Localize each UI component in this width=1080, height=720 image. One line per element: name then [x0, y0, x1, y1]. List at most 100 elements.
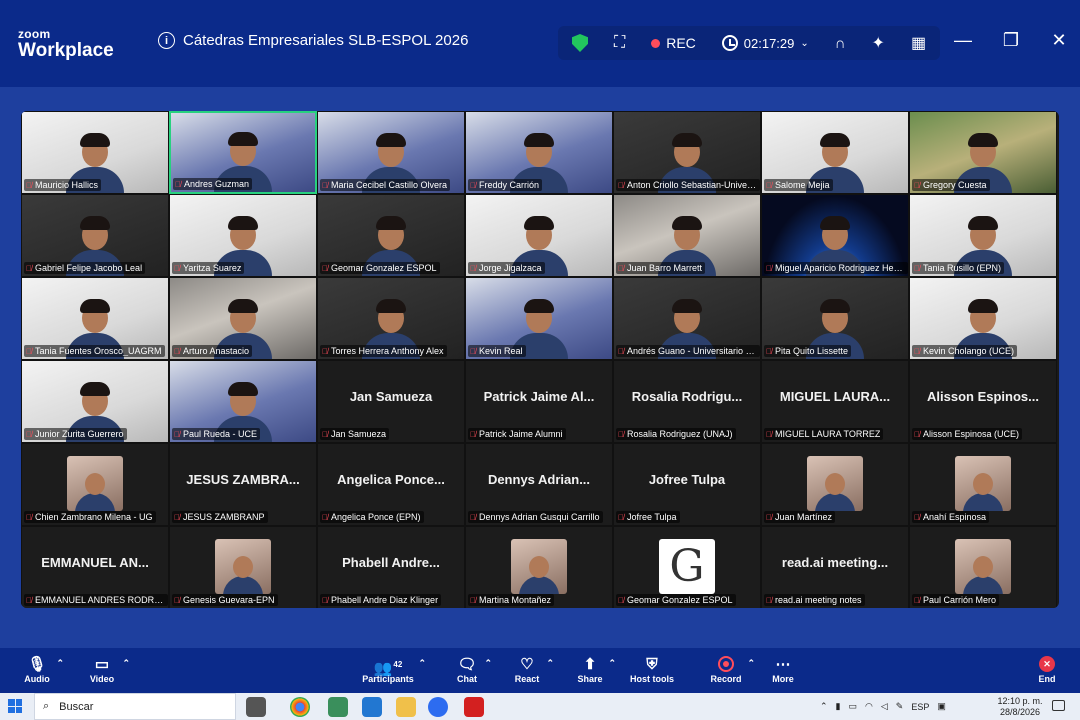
- taskbar-clock[interactable]: 12:10 p. m. 28/8/2026: [996, 696, 1044, 718]
- chat-button[interactable]: 🗨 Chat ⌃: [454, 656, 492, 684]
- participant-tile[interactable]: 🎙̸ Juan Martínez: [761, 443, 909, 526]
- end-label: End: [1038, 674, 1056, 684]
- participant-tile[interactable]: 🎙̸ Tania Rusillo (EPN): [909, 194, 1057, 277]
- participant-tile[interactable]: 🎙̸ Freddy Carrión: [465, 111, 613, 194]
- participant-tile[interactable]: Jan Samueza 🎙̸ Jan Samueza: [317, 360, 465, 443]
- audio-button[interactable]: 🎙 Audio ⌃: [22, 656, 64, 684]
- muted-microphone-icon: 🎙̸: [470, 512, 476, 522]
- display-icon[interactable]: ▣: [937, 701, 946, 712]
- participant-tile[interactable]: 🎙̸ Genesis Guevara-EPN: [169, 526, 317, 608]
- apps-grid-button[interactable]: ▦: [905, 26, 932, 60]
- participant-tile[interactable]: Patrick Jaime Al... 🎙̸ Patrick Jaime Alumn…: [465, 360, 613, 443]
- zoom-app-icon[interactable]: [428, 697, 448, 717]
- participant-name: Jorge Jigalzaca: [479, 263, 542, 273]
- participant-tile[interactable]: read.ai meeting... 🎙̸ read.ai meeting note…: [761, 526, 909, 608]
- minimize-icon[interactable]: —: [952, 30, 974, 51]
- wifi-icon[interactable]: ◠: [865, 701, 873, 712]
- share-button[interactable]: ⬆ Share ⌃: [576, 656, 616, 684]
- participant-tile[interactable]: 🎙̸ Gabriel Felipe Jacobo Leal: [21, 194, 169, 277]
- participant-tile[interactable]: 🎙̸ Anton Criollo Sebastian-Univer...: [613, 111, 761, 194]
- headphone-button[interactable]: ∩: [829, 26, 852, 60]
- chrome-icon[interactable]: [290, 697, 310, 717]
- recording-indicator[interactable]: REC: [645, 26, 702, 60]
- restore-icon[interactable]: ❐: [1000, 30, 1022, 51]
- chevron-up-icon[interactable]: ⌃: [418, 658, 426, 669]
- meeting-title-area[interactable]: i Cátedras Empresariales SLB-ESPOL 2026: [158, 32, 468, 49]
- chevron-up-icon[interactable]: ⌃: [820, 701, 828, 712]
- participant-name: Patrick Jaime Alumni: [479, 429, 563, 439]
- info-icon[interactable]: i: [158, 32, 175, 49]
- participant-tile[interactable]: Alisson Espinos... 🎙̸ Alisson Espinosa (UC…: [909, 360, 1057, 443]
- participant-tile[interactable]: Rosalia Rodrigu... 🎙̸ Rosalia Rodriguez (U…: [613, 360, 761, 443]
- participant-tile[interactable]: 🎙̸ Paul Rueda - UCE: [169, 360, 317, 443]
- participant-tile[interactable]: 🎙̸ Geomar Gonzalez ESPOL: [317, 194, 465, 277]
- heart-icon: ♡: [520, 656, 534, 673]
- record-button[interactable]: Record ⌃: [709, 656, 755, 684]
- participant-tile[interactable]: 🎙̸ Maria Cecibel Castillo Olvera: [317, 111, 465, 194]
- participant-tile[interactable]: 🎙̸ Miguel Aparicio Rodriguez Herr...: [761, 194, 909, 277]
- chevron-up-icon[interactable]: ⌃: [56, 658, 64, 669]
- participant-tile[interactable]: 🎙̸ Martina Montañez: [465, 526, 613, 608]
- participant-tile[interactable]: G 🎙̸ Geomar Gonzalez ESPOL: [613, 526, 761, 608]
- react-button[interactable]: ♡ React ⌃: [512, 656, 554, 684]
- participant-tile[interactable]: 🎙̸ Kevin Cholango (UCE): [909, 277, 1057, 360]
- file-explorer-icon[interactable]: [396, 697, 416, 717]
- acrobat-icon[interactable]: [464, 697, 484, 717]
- participant-tile[interactable]: 🎙̸ Junior Zurita Guerrero: [21, 360, 169, 443]
- participant-tile[interactable]: Dennys Adrian... 🎙̸ Dennys Adrian Gusqui C…: [465, 443, 613, 526]
- participant-tile[interactable]: 🎙̸ Jorge Jigalzaca: [465, 194, 613, 277]
- participant-tile[interactable]: 🎙̸ Salome Mejia: [761, 111, 909, 194]
- pen-icon[interactable]: ✎: [896, 701, 904, 712]
- participant-tile[interactable]: 🎙̸ Andrés Guano - Universitario R...: [613, 277, 761, 360]
- vscode-icon[interactable]: [362, 697, 382, 717]
- notification-icon[interactable]: [1052, 700, 1065, 711]
- close-icon[interactable]: ✕: [1048, 30, 1070, 51]
- muted-microphone-icon: 🎙̸: [618, 512, 624, 522]
- ai-companion-button[interactable]: ✦: [866, 26, 891, 60]
- battery-icon[interactable]: ▭: [849, 701, 858, 712]
- view-switch-button[interactable]: ⛶: [608, 26, 631, 60]
- participant-display-name: Jan Samueza: [349, 389, 433, 404]
- chevron-up-icon[interactable]: ⌃: [747, 658, 755, 669]
- participant-tile[interactable]: MIGUEL LAURA... 🎙̸ MIGUEL LAURA TORREZ: [761, 360, 909, 443]
- meeting-timer-button[interactable]: 02:17:29 ⌄: [716, 26, 815, 60]
- participant-name-tag: 🎙̸ Tania Fuentes Orosco_UAGRM: [24, 345, 165, 357]
- participant-tile[interactable]: 🎙̸ Anahí Espinosa: [909, 443, 1057, 526]
- usb-icon[interactable]: ▮: [836, 701, 841, 712]
- taskbar-search[interactable]: ⌕ Buscar: [34, 693, 236, 720]
- participant-tile[interactable]: 🎙̸ Paul Carrión Mero: [909, 526, 1057, 608]
- participant-tile[interactable]: 🎙̸ Mauricio Hallics: [21, 111, 169, 194]
- participant-tile[interactable]: 🎙̸ Yaritza Suarez: [169, 194, 317, 277]
- participant-tile[interactable]: 🎙̸ Torres Herrera Anthony Alex: [317, 277, 465, 360]
- volume-icon[interactable]: ◁: [881, 701, 888, 712]
- participant-tile[interactable]: 🎙̸ Kevin Real: [465, 277, 613, 360]
- participant-tile[interactable]: 🎙̸ Chien Zambrano Milena - UG: [21, 443, 169, 526]
- chevron-up-icon[interactable]: ⌃: [484, 658, 492, 669]
- participant-tile[interactable]: JESUS ZAMBRA... 🎙̸ JESUS ZAMBRANP: [169, 443, 317, 526]
- windows-start-icon[interactable]: [8, 699, 22, 713]
- chevron-up-icon[interactable]: ⌃: [546, 658, 554, 669]
- participant-tile[interactable]: EMMANUEL AN... 🎙̸ EMMANUEL ANDRES RODRIG..…: [21, 526, 169, 608]
- participant-tile[interactable]: Phabell Andre... 🎙̸ Phabell Andre Diaz Kli…: [317, 526, 465, 608]
- participant-tile[interactable]: Jofree Tulpa 🎙̸ Jofree Tulpa: [613, 443, 761, 526]
- participant-tile[interactable]: 🎙̸ Tania Fuentes Orosco_UAGRM: [21, 277, 169, 360]
- muted-microphone-icon: 🎙̸: [175, 179, 181, 189]
- sparkle-icon: ✦: [871, 35, 885, 52]
- encryption-shield-button[interactable]: [566, 26, 594, 60]
- participant-tile[interactable]: 🎙̸ Pita Quito Lissette: [761, 277, 909, 360]
- task-view-icon[interactable]: [246, 697, 266, 717]
- chevron-up-icon[interactable]: ⌃: [122, 658, 130, 669]
- more-button[interactable]: ⋯ More: [770, 656, 796, 684]
- participant-tile[interactable]: Angelica Ponce... 🎙̸ Angelica Ponce (EPN): [317, 443, 465, 526]
- participant-tile[interactable]: 🎙̸ Juan Barro Marrett: [613, 194, 761, 277]
- chevron-up-icon[interactable]: ⌃: [608, 658, 616, 669]
- end-button[interactable]: ✕ End: [1036, 656, 1058, 684]
- participant-tile[interactable]: 🎙̸ Arturo Anastacio: [169, 277, 317, 360]
- video-button[interactable]: ▭ Video ⌃: [86, 656, 130, 684]
- app-icon[interactable]: [328, 697, 348, 717]
- participant-tile[interactable]: 🎙̸ Andres Guzman: [169, 111, 317, 194]
- participants-button[interactable]: 👥42 Participants ⌃: [362, 656, 426, 684]
- participant-tile[interactable]: 🎙̸ Gregory Cuesta: [909, 111, 1057, 194]
- host-tools-button[interactable]: ⛨ Host tools: [630, 656, 674, 684]
- language-indicator[interactable]: ESP: [911, 702, 929, 712]
